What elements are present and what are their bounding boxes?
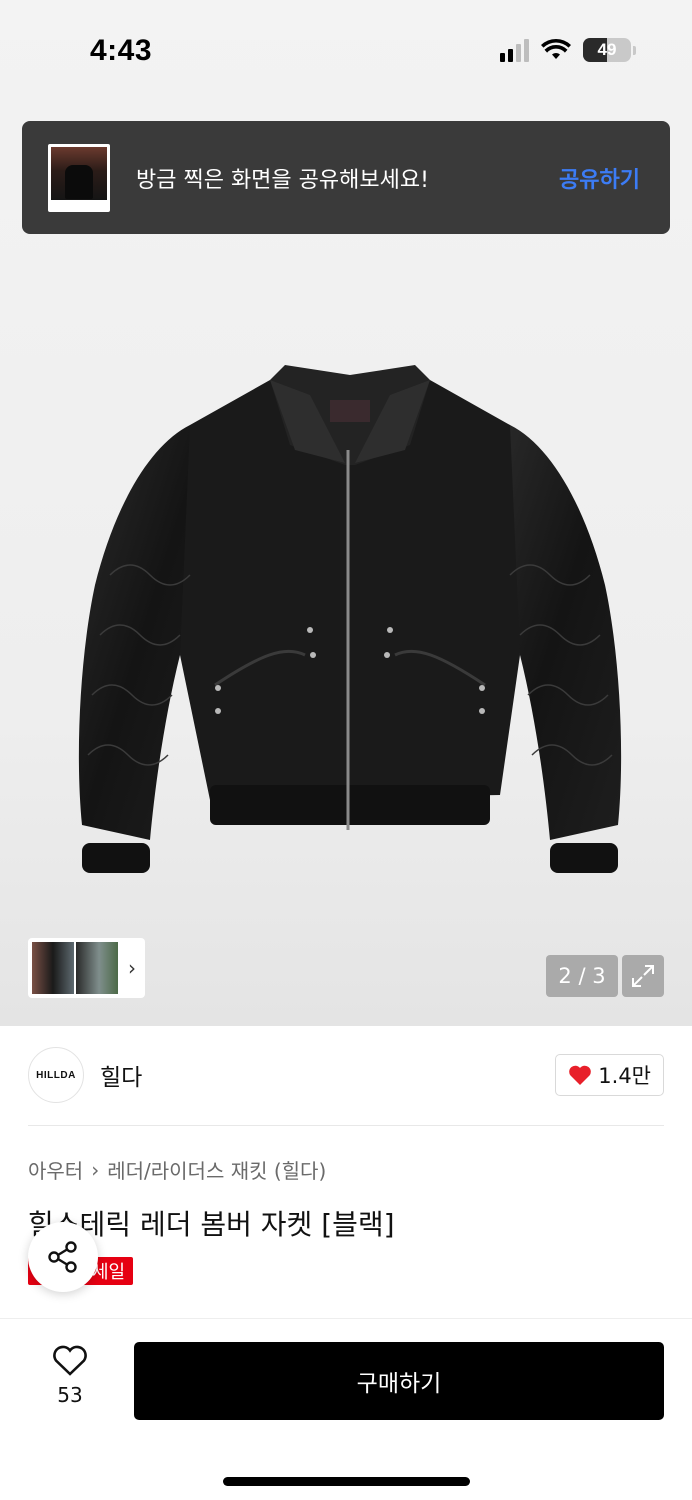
cellular-signal-icon bbox=[500, 38, 529, 62]
share-icon bbox=[48, 1241, 77, 1273]
heart-filled-icon bbox=[569, 1065, 592, 1085]
breadcrumb: 아우터 › 레더/라이더스 재킷 (힐다) bbox=[28, 1155, 326, 1184]
product-image-gallery[interactable]: 4:43 49 방금 찍은 화면을 공유해보세요! 공유하기 › 2 / 3 bbox=[0, 0, 692, 1026]
buy-button[interactable]: 구매하기 bbox=[134, 1342, 664, 1420]
status-time: 4:43 bbox=[90, 34, 153, 67]
thumbnail-image[interactable] bbox=[32, 942, 74, 994]
breadcrumb-subcategory[interactable]: 레더/라이더스 재킷 (힐다) bbox=[107, 1155, 326, 1184]
share-screenshot-toast[interactable]: 방금 찍은 화면을 공유해보세요! 공유하기 bbox=[22, 121, 670, 234]
brand-like-count: 1.4만 bbox=[598, 1064, 651, 1088]
wishlist-count: 53 bbox=[57, 1383, 83, 1407]
screenshot-thumbnail[interactable] bbox=[48, 143, 110, 212]
expand-icon[interactable] bbox=[622, 955, 664, 997]
divider bbox=[28, 1125, 664, 1126]
product-image-jacket bbox=[78, 365, 622, 873]
breadcrumb-category[interactable]: 아우터 bbox=[28, 1155, 83, 1184]
share-button[interactable] bbox=[28, 1222, 98, 1292]
image-thumbnail-strip[interactable]: › bbox=[28, 938, 145, 998]
home-indicator[interactable] bbox=[223, 1477, 470, 1486]
chevron-right-icon: › bbox=[91, 1157, 100, 1182]
status-icons: 49 bbox=[500, 38, 636, 62]
share-action-button[interactable]: 공유하기 bbox=[559, 162, 640, 194]
brand-logo[interactable]: HILLDA bbox=[28, 1047, 84, 1103]
toast-message: 방금 찍은 화면을 공유해보세요! bbox=[136, 167, 429, 193]
battery-indicator: 49 bbox=[583, 38, 631, 62]
brand-name[interactable]: 힐다 bbox=[100, 1058, 142, 1092]
image-counter: 2 / 3 bbox=[546, 955, 618, 997]
brand-row[interactable]: HILLDA 힐다 1.4만 bbox=[28, 1047, 664, 1103]
brand-like-button[interactable]: 1.4만 bbox=[555, 1054, 664, 1096]
thumbnail-image[interactable] bbox=[76, 942, 118, 994]
heart-outline-icon bbox=[53, 1345, 87, 1376]
bottom-action-bar: 53 구매하기 bbox=[0, 1318, 692, 1500]
chevron-right-icon[interactable]: › bbox=[128, 956, 136, 980]
wishlist-button[interactable]: 53 bbox=[40, 1345, 100, 1407]
wifi-icon bbox=[541, 39, 571, 59]
